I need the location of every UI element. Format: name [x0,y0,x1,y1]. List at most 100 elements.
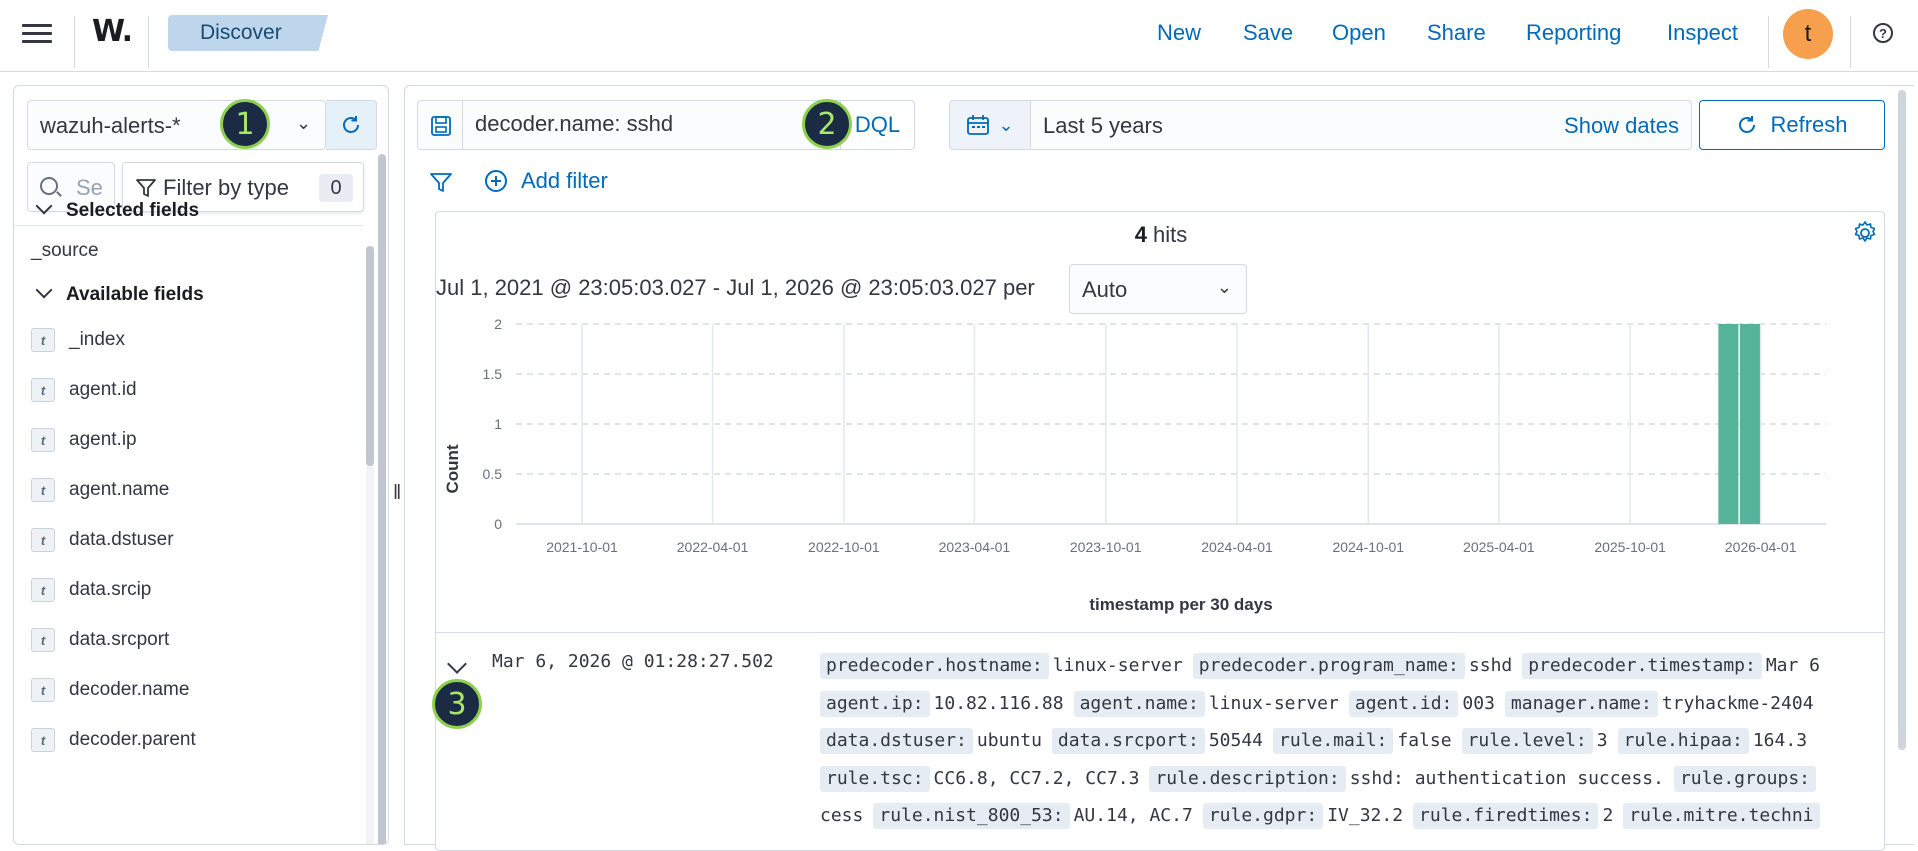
index-refresh-button[interactable] [326,100,377,150]
field-item[interactable]: t agent.id [31,377,137,403]
field-item[interactable]: t data.dstuser [31,527,174,553]
x-axis-label: timestamp per 30 days [1089,595,1272,614]
chevron-down-icon: ⌄ [998,114,1014,135]
x-tick-label: 2024-10-01 [1332,539,1404,555]
nav-new-link[interactable]: New [1157,20,1201,46]
callout-marker: 3 [432,679,482,729]
x-tick-label: 2023-04-01 [939,539,1011,555]
field-value: 50544 [1208,730,1263,751]
refresh-button[interactable]: Refresh [1699,100,1885,150]
field-key: rule.nist_800_53: [873,803,1070,829]
show-dates-link[interactable]: Show dates [1564,113,1679,139]
string-type-icon: t [31,328,55,352]
x-tick-label: 2023-10-01 [1070,539,1142,555]
field-key: rule.groups: [1673,765,1817,792]
document-source-line: rule.tsc: CC6.8, CC7.2, CC7.3 rule.descrip… [820,760,1884,798]
field-value: cess [820,805,864,826]
divider [148,16,149,68]
nav-save-link[interactable]: Save [1243,20,1293,46]
nav-inspect-link[interactable]: Inspect [1667,20,1738,46]
field-value: 164.3 [1752,730,1808,751]
page-scrollbar[interactable] [1898,90,1906,750]
field-item[interactable]: t _index [31,327,125,353]
document-row: Mar 6, 2026 @ 01:28:27.502 predecoder.ho… [436,632,1884,850]
x-tick-label: 2021-10-01 [546,539,618,555]
field-key: agent.ip: [820,690,930,717]
string-type-icon: t [31,428,55,452]
search-icon [40,177,58,195]
y-axis-label: Count [443,444,462,493]
x-tick-label: 2022-10-01 [808,539,880,555]
string-type-icon: t [31,578,55,602]
chevron-down-icon: ⌄ [296,113,312,133]
callout-marker: 2 [802,99,852,149]
saved-query-button[interactable] [417,100,463,150]
hits-count: 4 hits [1134,222,1188,247]
query-input[interactable]: decoder.name: sshd [463,100,841,150]
divider [74,16,75,68]
fields-scroll-thumb[interactable] [366,246,374,466]
resize-handle[interactable]: ‖ [393,482,401,505]
field-item[interactable]: t decoder.parent [31,727,196,753]
y-tick-label: 0 [494,516,502,532]
field-item[interactable]: t agent.name [31,477,169,503]
field-key: predecoder.program_name: [1192,653,1465,679]
results-panel: 4 hits Jul 1, 2021 @ 23:05:03.027 - Jul … [435,211,1885,851]
available-fields-toggle[interactable]: Available fields [34,281,204,306]
y-tick-label: 0.5 [483,466,503,482]
nav-open-link[interactable]: Open [1332,20,1386,46]
chevron-down-icon[interactable] [447,654,467,674]
field-key: predecoder.hostname: [820,653,1049,679]
field-value: false [1397,730,1452,751]
field-item[interactable]: t agent.ip [31,427,137,453]
nav-reporting-link[interactable]: Reporting [1526,20,1621,46]
document-timestamp: Mar 6, 2026 @ 01:28:27.502 [492,651,774,672]
gear-icon[interactable] [1852,220,1878,246]
filter-icon[interactable] [429,171,453,195]
chevron-down-icon [35,197,53,215]
quick-date-menu-button[interactable]: ⌄ [949,100,1031,150]
field-value: ubuntu [976,730,1042,751]
string-type-icon: t [31,478,55,502]
x-tick-label: 2025-10-01 [1594,539,1666,555]
field-key: data.dstuser: [820,728,973,754]
menu-icon[interactable] [22,20,52,48]
field-key: rule.tsc: [820,765,930,792]
field-key: rule.description: [1149,765,1346,792]
document-source-line: cess rule.nist_800_53: AU.14, AC.7 rule.gdp… [820,797,1884,835]
field-key: agent.name: [1073,690,1205,717]
nav-share-link[interactable]: Share [1427,20,1486,46]
field-value: 003 [1462,692,1495,714]
selected-fields-toggle[interactable]: Selected fields [34,197,199,222]
field-value: tryhackme-2404 [1661,692,1814,714]
app-logo[interactable]: W. [92,14,133,49]
field-value: CC6.8, CC7.2, CC7.3 [933,767,1140,789]
index-pattern-select[interactable]: wazuh-alerts-* ⌄ [27,100,326,150]
filter-count-badge: 0 [319,174,353,202]
interval-select[interactable]: Auto ⌄ [1069,264,1247,314]
avatar[interactable]: t [1783,9,1833,59]
histogram-bar [1739,324,1760,524]
field-value: 3 [1596,730,1608,751]
string-type-icon: t [31,728,55,752]
string-type-icon: t [31,528,55,552]
query-language-button[interactable]: DQL [841,100,915,150]
add-filter-button[interactable]: Add filter [485,168,608,194]
field-item[interactable]: t data.srcip [31,577,151,603]
field-item[interactable]: t data.srcport [31,627,169,653]
help-icon[interactable]: ? [1873,23,1893,43]
refresh-icon [343,116,359,133]
field-item[interactable]: t decoder.name [31,677,189,703]
top-bar: W. Discover New Save Open Share Reportin… [0,0,1918,72]
document-source-line: predecoder.hostname: linux-server predecod… [820,647,1884,685]
field-value: sshd: authentication success. [1349,767,1664,789]
y-tick-label: 1 [494,416,502,432]
date-range-display[interactable]: Last 5 years Show dates [1031,100,1692,150]
field-value: linux-server [1208,692,1339,714]
field-value: IV_32.2 [1327,805,1404,826]
sidebar-scrollbar[interactable] [378,154,386,844]
breadcrumb-discover[interactable]: Discover [168,15,328,51]
field-key: agent.id: [1348,690,1459,717]
field-item-source[interactable]: </>_source [31,238,99,264]
string-type-icon: t [31,378,55,402]
